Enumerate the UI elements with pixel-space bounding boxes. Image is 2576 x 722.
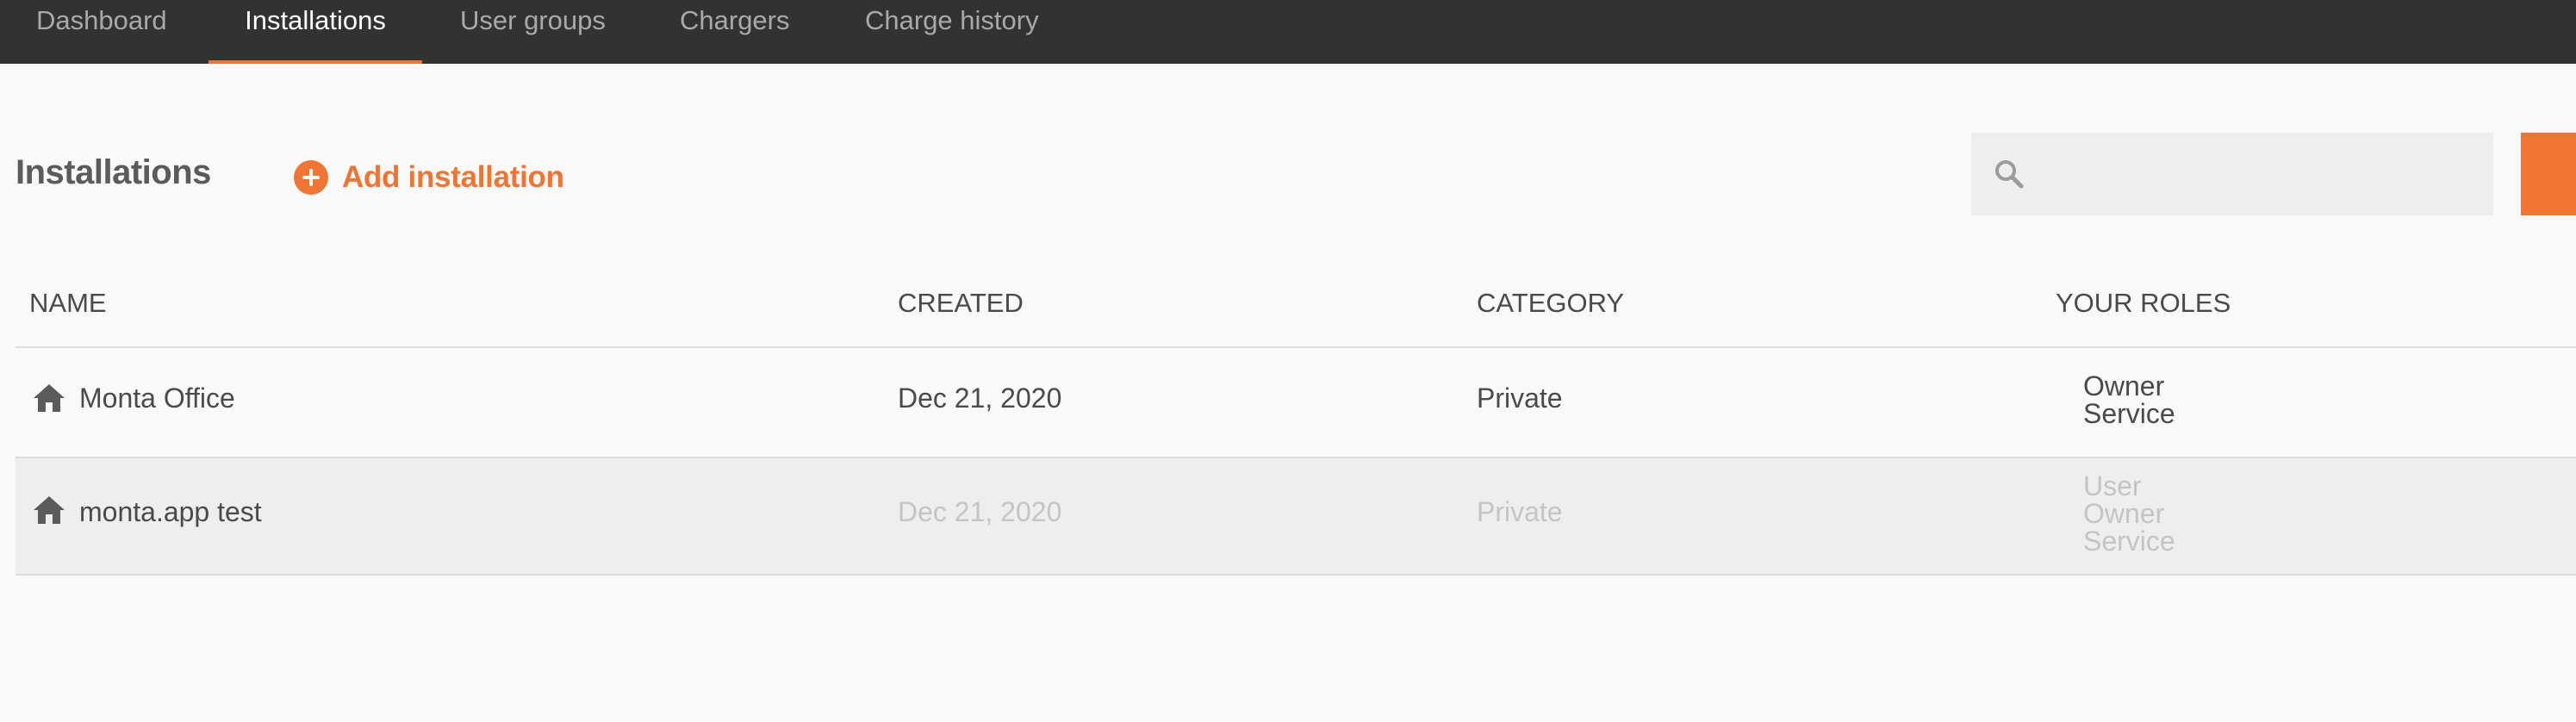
installation-category: Private bbox=[1477, 383, 1563, 414]
plus-circle-icon bbox=[294, 160, 328, 195]
search-input[interactable] bbox=[2042, 148, 2476, 202]
installation-name: Monta Office bbox=[79, 383, 235, 414]
role-label: Service bbox=[2083, 398, 2175, 429]
role-label: User bbox=[2083, 470, 2142, 501]
installation-created: Dec 21, 2020 bbox=[898, 383, 1062, 414]
add-installation-label: Add installation bbox=[342, 160, 564, 194]
home-icon bbox=[34, 496, 65, 524]
table-row[interactable]: monta.app test Dec 21, 2020 Private User… bbox=[16, 458, 2576, 576]
tab-user-groups[interactable]: User groups bbox=[460, 0, 606, 64]
primary-action-button[interactable] bbox=[2521, 133, 2576, 215]
role-label: Service bbox=[2083, 526, 2175, 557]
add-installation-button[interactable]: Add installation bbox=[294, 159, 564, 196]
tab-dashboard[interactable]: Dashboard bbox=[36, 0, 172, 64]
tab-charge-history[interactable]: Charge history bbox=[865, 0, 1055, 64]
column-header-category[interactable]: CATEGORY bbox=[1477, 288, 1624, 319]
search-icon bbox=[1995, 160, 2024, 189]
installation-name: monta.app test bbox=[79, 496, 262, 527]
column-header-name[interactable]: NAME bbox=[29, 288, 107, 319]
tab-chargers[interactable]: Chargers bbox=[680, 0, 792, 64]
role-label: Owner bbox=[2083, 498, 2165, 529]
installation-roles: User Owner Service bbox=[2083, 472, 2175, 555]
tab-installations[interactable]: Installations bbox=[208, 0, 422, 64]
top-navigation: Dashboard Installations User groups Char… bbox=[0, 0, 2576, 64]
installation-created: Dec 21, 2020 bbox=[898, 496, 1062, 527]
search-box bbox=[1971, 133, 2493, 215]
table-row[interactable]: Monta Office Dec 21, 2020 Private Owner … bbox=[16, 348, 2576, 458]
installation-category: Private bbox=[1477, 496, 1563, 527]
column-header-created[interactable]: CREATED bbox=[898, 288, 1024, 319]
role-label: Owner bbox=[2083, 370, 2165, 401]
home-icon bbox=[34, 384, 65, 412]
page-title: Installations bbox=[16, 153, 211, 191]
installation-roles: Owner Service bbox=[2083, 372, 2175, 427]
column-header-your-roles[interactable]: YOUR ROLES bbox=[2056, 288, 2231, 319]
